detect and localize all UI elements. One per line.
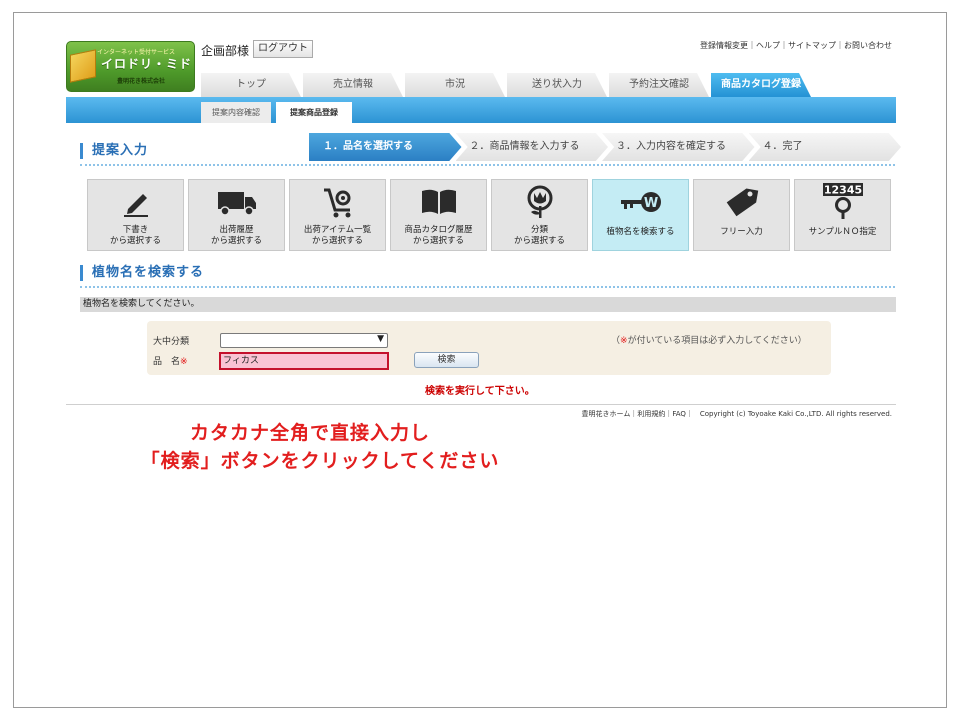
user-name: 企画部様: [201, 44, 250, 58]
search-info-bar: 植物名を検索してください。: [80, 297, 896, 312]
search-plant-name-label: 植物名を検索する: [606, 227, 675, 237]
pencil-icon: [88, 186, 183, 218]
search-plant-name-button[interactable]: W 植物名を検索する: [592, 179, 689, 251]
tab-reservation[interactable]: 予約注文確認: [609, 73, 709, 97]
step-1: １．品名を選択する: [309, 133, 462, 161]
step-indicator: １．品名を選択する ２．商品情報を入力する ３．入力内容を確定する ４．完了: [309, 133, 901, 161]
flower-icon: [492, 185, 587, 218]
proposal-title: 提案入力: [80, 143, 148, 159]
tag-icon: [694, 186, 789, 218]
required-mark: ※: [180, 357, 188, 367]
select-category-label: 分類 から選択する: [513, 225, 565, 246]
step-2: ２．商品情報を入力する: [455, 133, 608, 161]
select-shipping-history-label: 出荷履歴 から選択する: [210, 225, 262, 246]
step-3: ３．入力内容を確定する: [602, 133, 755, 161]
chevron-down-icon: ▼: [377, 334, 384, 344]
subtab-proposal-product[interactable]: 提案商品登録: [276, 102, 352, 123]
footer-divider: [66, 404, 896, 405]
sample-number-badge: 12345: [823, 184, 861, 197]
site-logo[interactable]: インターネット受付サービス イロドリ・ミドリ 豊明花き株式会社: [66, 41, 195, 92]
category-label: 大中分類: [153, 337, 190, 347]
tab-catalog-registration[interactable]: 商品カタログ登録: [711, 73, 811, 97]
truck-icon: [189, 186, 284, 218]
select-catalog-history-label: 商品カタログ履歴 から選択する: [404, 225, 473, 246]
select-shipping-items-button[interactable]: 出荷アイテム一覧 から選択する: [289, 179, 386, 251]
main-tabs: トップ 売立情報 市況 送り状入力 予約注文確認 商品カタログ登録: [201, 73, 813, 97]
subtab-proposal-confirm[interactable]: 提案内容確認: [201, 102, 271, 123]
tab-bar: [66, 97, 896, 123]
select-draft-button[interactable]: 下書き から選択する: [87, 179, 184, 251]
execute-message: 検索を実行して下さい。: [425, 386, 535, 397]
utility-links[interactable]: 登録情報変更｜ヘルプ｜サイトマップ｜お問い合わせ: [700, 40, 892, 51]
product-name-label: 品 名※: [153, 357, 188, 367]
free-input-label: フリー入力: [720, 227, 763, 237]
book-icon: [391, 186, 486, 218]
tab-invoice-input[interactable]: 送り状入力: [507, 73, 607, 97]
required-note: （※が付いている項目は必ず入力してください）: [611, 336, 807, 346]
select-draft-label: 下書き から選択する: [109, 225, 161, 246]
footer-links[interactable]: 豊明花きホーム｜利用規約｜FAQ｜ Copyright (c) Toyoake …: [582, 409, 892, 419]
logo-cube-icon: [70, 49, 96, 83]
search-button[interactable]: 検索: [414, 352, 479, 368]
tab-market[interactable]: 市況: [405, 73, 505, 97]
tab-sales-info[interactable]: 売立情報: [303, 73, 403, 97]
key-icon: W: [593, 186, 688, 218]
instruction-line-1: カタカナ全角で直接入力し: [189, 422, 430, 444]
search-title: 植物名を検索する: [80, 265, 204, 281]
logout-button[interactable]: ログアウト: [253, 40, 313, 58]
free-input-button[interactable]: フリー入力: [693, 179, 790, 251]
tab-top[interactable]: トップ: [201, 73, 301, 97]
sample-no-label: サンプルＮＯ指定: [808, 227, 877, 237]
category-select[interactable]: ▼: [220, 333, 388, 348]
svg-text:W: W: [643, 196, 657, 211]
selection-buttons: 下書き から選択する 出荷履歴 から選択する 出荷アイテム一覧 から選択する 商…: [87, 179, 895, 251]
select-category-button[interactable]: 分類 から選択する: [491, 179, 588, 251]
cart-flower-icon: [290, 186, 385, 218]
select-catalog-history-button[interactable]: 商品カタログ履歴 から選択する: [390, 179, 487, 251]
divider: [80, 164, 895, 166]
number-search-icon: 12345: [795, 182, 890, 220]
logo-company: 豊明花き株式会社: [117, 78, 166, 85]
divider: [80, 286, 895, 288]
instruction-line-2: 「検索」ボタンをクリックしてください: [140, 450, 500, 472]
select-shipping-items-label: 出荷アイテム一覧 から選択する: [303, 225, 372, 246]
select-shipping-history-button[interactable]: 出荷履歴 から選択する: [188, 179, 285, 251]
step-4: ４．完了: [748, 133, 901, 161]
logo-name: イロドリ・ミドリ: [101, 57, 195, 71]
product-name-input[interactable]: フィカス: [219, 352, 389, 370]
sample-no-button[interactable]: 12345 サンプルＮＯ指定: [794, 179, 891, 251]
